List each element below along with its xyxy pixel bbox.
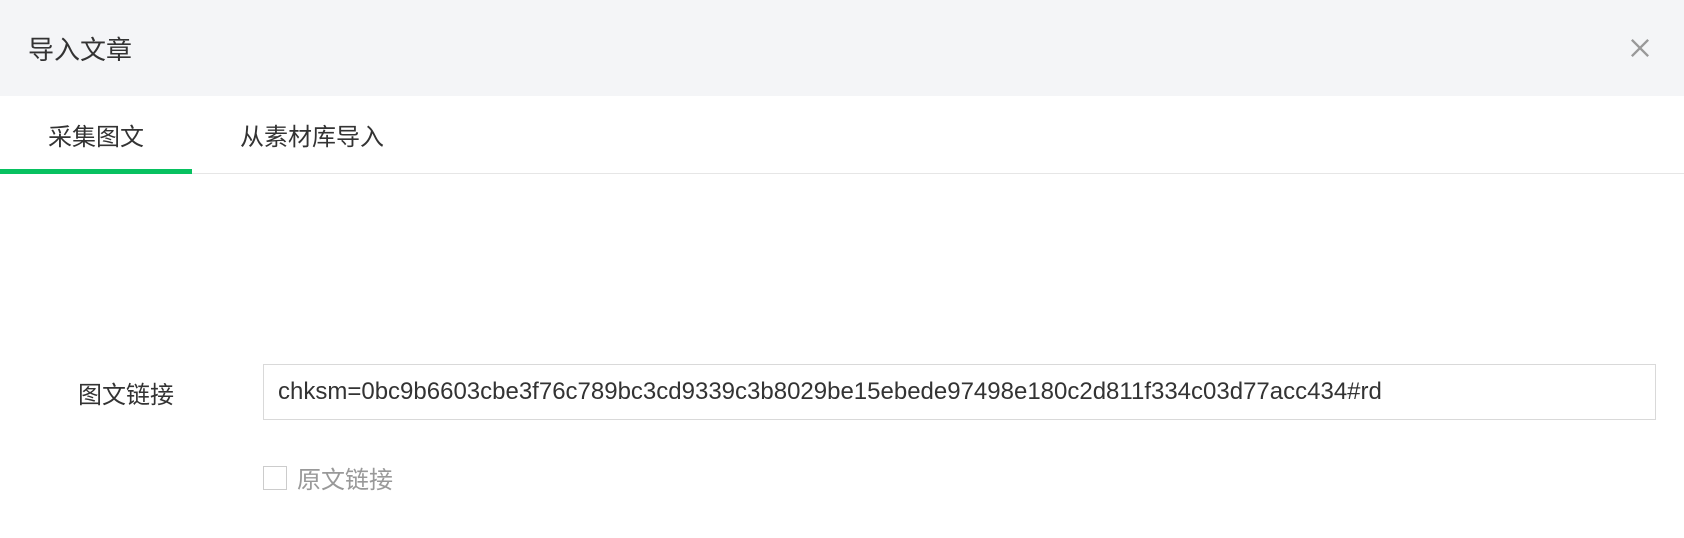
source-link-row: 原文链接: [78, 460, 1656, 495]
tabs-container: 采集图文 从素材库导入: [0, 96, 1684, 174]
tab-collect[interactable]: 采集图文: [0, 96, 192, 173]
dialog-header: 导入文章: [0, 0, 1684, 96]
dialog-title: 导入文章: [28, 30, 132, 67]
url-input[interactable]: [263, 364, 1656, 420]
source-link-label: 原文链接: [297, 460, 393, 495]
content-area: 图文链接 原文链接: [0, 174, 1684, 495]
close-icon[interactable]: [1624, 32, 1656, 64]
tab-material-library[interactable]: 从素材库导入: [192, 96, 432, 173]
source-link-checkbox[interactable]: [263, 466, 287, 490]
url-label: 图文链接: [78, 375, 263, 410]
url-form-row: 图文链接: [78, 364, 1656, 420]
